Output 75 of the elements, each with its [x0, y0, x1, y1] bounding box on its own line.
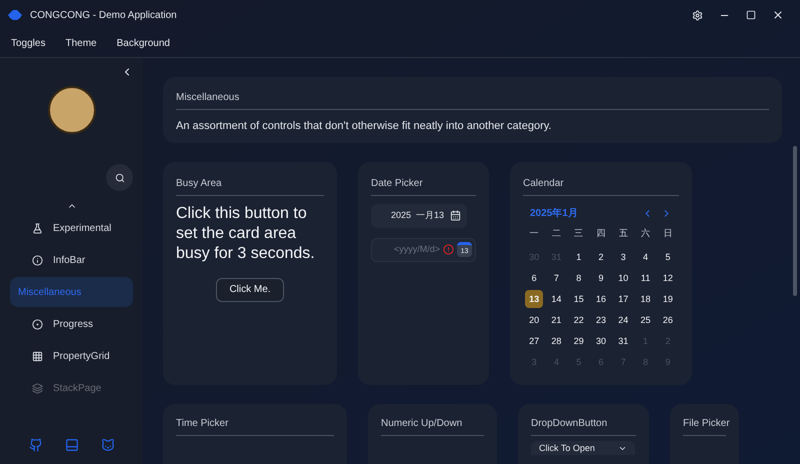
search-button[interactable]	[106, 164, 133, 191]
calendar-day[interactable]: 3	[614, 248, 632, 266]
sidebar-item[interactable]: InfoBar	[10, 245, 133, 275]
calendar-day[interactable]: 14	[547, 290, 566, 308]
calendar-day[interactable]: 9	[592, 269, 610, 288]
menu-item[interactable]: Theme	[65, 36, 97, 51]
weekday-label: 六	[640, 226, 652, 240]
calendar-day[interactable]: 25	[636, 311, 655, 330]
calendar-day[interactable]: 7	[547, 269, 566, 288]
github-icon[interactable]	[28, 438, 42, 452]
calendar-day[interactable]: 23	[592, 311, 610, 330]
card-title: File Picker	[683, 418, 730, 429]
calendar-day[interactable]: 29	[570, 332, 588, 350]
calendar-day[interactable]: 11	[636, 269, 655, 288]
maximize-icon[interactable]	[746, 10, 756, 20]
scrollbar-thumb[interactable]	[793, 146, 797, 296]
calendar-day[interactable]: 1	[570, 248, 588, 266]
weekday-label: 五	[618, 226, 629, 240]
calendar-day[interactable]: 28	[547, 332, 566, 350]
card-title: Miscellaneous	[176, 92, 240, 103]
sidebar-item[interactable]: Experimental	[10, 213, 133, 243]
calendar-day[interactable]: 4	[636, 248, 655, 266]
close-icon[interactable]	[772, 9, 784, 21]
calendar-day[interactable]: 16	[592, 290, 610, 308]
weekday-label: 四	[595, 226, 606, 240]
flask-icon	[32, 222, 43, 234]
calendar-day[interactable]: 8	[570, 269, 588, 288]
app-logo-icon	[8, 10, 22, 20]
window-title: CONGCONG - Demo Application	[30, 8, 177, 22]
card-title: Date Picker	[371, 178, 423, 189]
menu-item[interactable]: Toggles	[11, 36, 46, 51]
menu-item[interactable]: Background	[116, 36, 170, 51]
calendar-day[interactable]: 24	[614, 311, 632, 330]
calendar-day[interactable]: 18	[636, 290, 655, 308]
card-title: Calendar	[523, 178, 564, 189]
weekday-label: 二	[550, 226, 562, 240]
calendar-day[interactable]: 6	[525, 269, 544, 288]
calendar-day[interactable]: 5	[658, 248, 677, 266]
card-description: An assortment of controls that don't otherwise fit neatly into another category.	[176, 120, 552, 132]
cat-icon[interactable]	[100, 438, 114, 452]
calendar-day[interactable]: 15	[570, 290, 588, 308]
busy-area-text: Click this button to set the card area busy for 3 seconds.	[176, 204, 316, 264]
calendar-day[interactable]: 13	[525, 290, 544, 308]
target-icon	[32, 318, 43, 330]
sidebar-item[interactable]: PropertyGrid	[10, 341, 133, 371]
grid-icon	[32, 350, 43, 362]
calendar-day[interactable]: 19	[658, 290, 677, 308]
card-title: Numeric Up/Down	[381, 418, 462, 429]
date-field[interactable]: 2025 一月13	[371, 204, 467, 228]
card-title: Time Picker	[176, 418, 228, 429]
search-icon	[114, 172, 124, 182]
calendar-icon[interactable]	[450, 210, 461, 222]
dropdown-button[interactable]: Click To Open	[531, 441, 635, 455]
click-me-button[interactable]: Click Me.	[216, 278, 284, 302]
calendar-day[interactable]: 22	[570, 311, 588, 330]
weekday-label: 一	[528, 226, 540, 240]
sidebar-item[interactable]: Progress	[10, 309, 133, 339]
calendar-day[interactable]: 21	[547, 311, 566, 330]
card-title: DropDownButton	[531, 418, 608, 429]
calendar-day[interactable]: 26	[658, 311, 677, 330]
weekday-label: 三	[573, 226, 584, 240]
calendar-day[interactable]: 12	[658, 269, 677, 288]
layers-icon	[32, 382, 43, 394]
panel-icon[interactable]	[64, 438, 78, 452]
calendar-day[interactable]: 2	[592, 248, 610, 266]
weekday-label: 日	[662, 226, 674, 240]
info-icon	[32, 254, 43, 266]
settings-icon[interactable]	[692, 10, 703, 20]
calendar-day[interactable]: 30	[592, 332, 610, 350]
calendar-day[interactable]: 31	[614, 332, 632, 350]
calendar-day[interactable]: 10	[614, 269, 632, 288]
calendar-day[interactable]: 27	[525, 332, 544, 350]
card-title: Busy Area	[176, 178, 222, 189]
calendar-day[interactable]: 20	[525, 311, 544, 330]
calendar-day[interactable]: 17	[614, 290, 632, 308]
